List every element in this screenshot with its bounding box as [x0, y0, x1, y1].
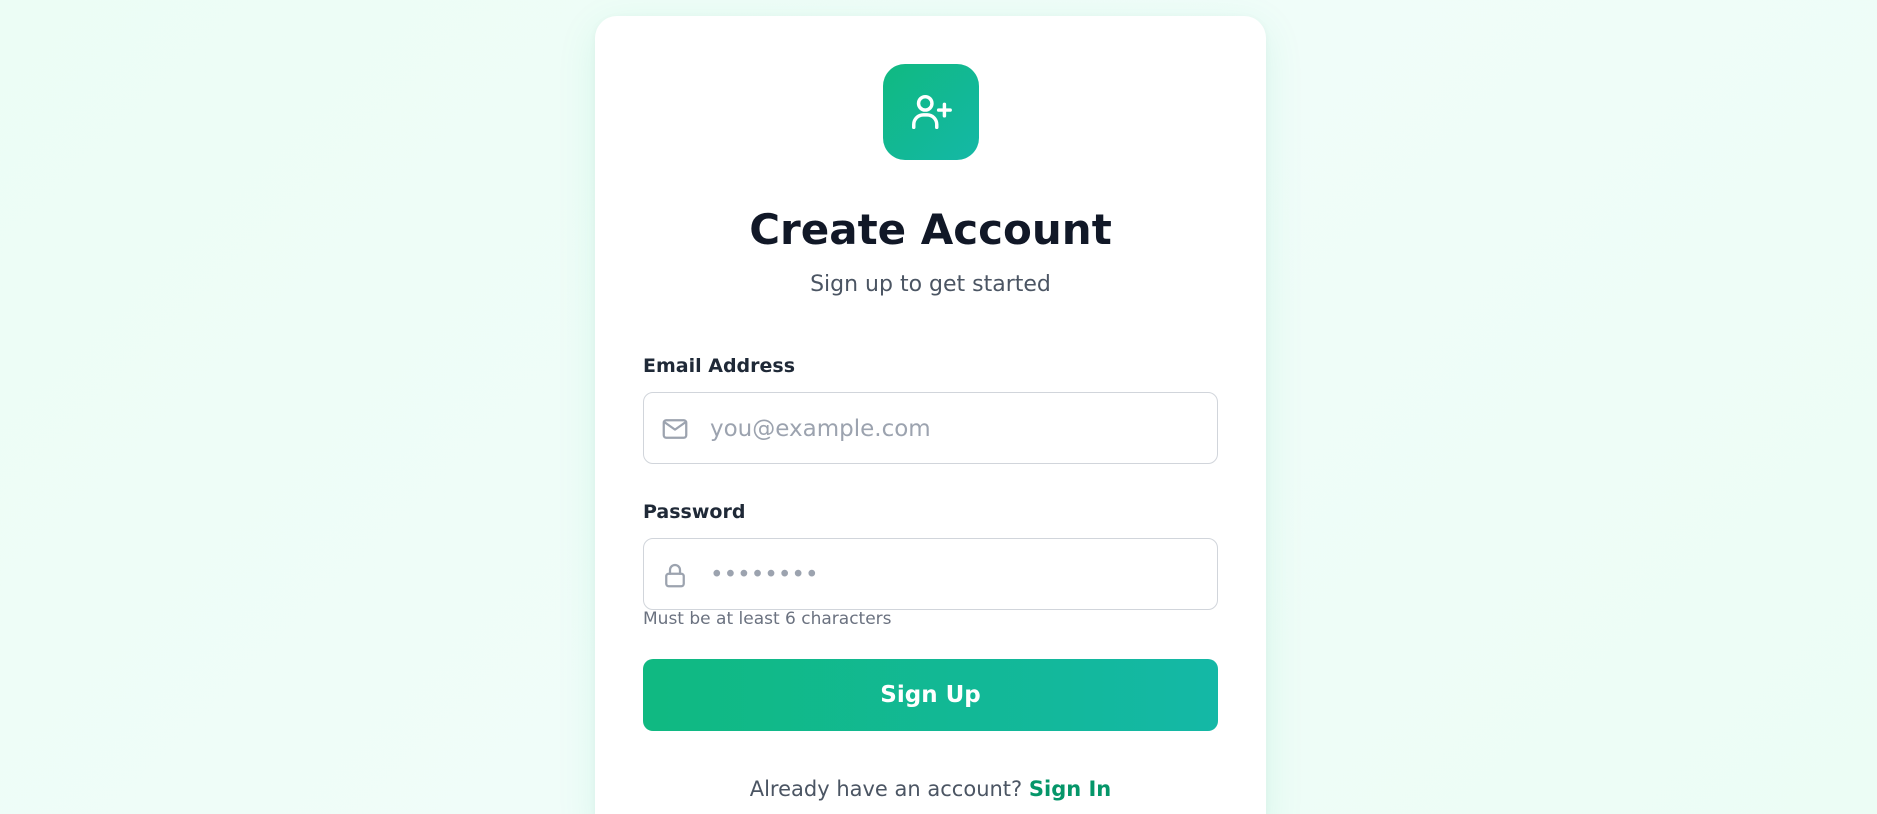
- page-title: Create Account: [749, 205, 1112, 254]
- email-label: Email Address: [643, 355, 796, 377]
- user-plus-icon: [883, 64, 979, 160]
- password-label: Password: [643, 501, 746, 523]
- signin-prompt-text: Already have an account?: [749, 777, 1029, 801]
- email-field[interactable]: [643, 392, 1218, 464]
- sign-up-button[interactable]: Sign Up: [643, 659, 1218, 731]
- lock-icon: [660, 560, 690, 590]
- password-hint: Must be at least 6 characters: [643, 609, 892, 629]
- signin-prompt: Already have an account? Sign In: [595, 773, 1266, 805]
- email-input[interactable]: [708, 393, 1207, 464]
- sign-in-link[interactable]: Sign In: [1029, 777, 1111, 801]
- page-subtitle: Sign up to get started: [810, 272, 1051, 297]
- password-field[interactable]: [643, 538, 1218, 610]
- mail-icon: [660, 414, 690, 444]
- signup-card: Create Account Sign up to get started Em…: [595, 16, 1266, 814]
- password-input[interactable]: [708, 539, 1207, 610]
